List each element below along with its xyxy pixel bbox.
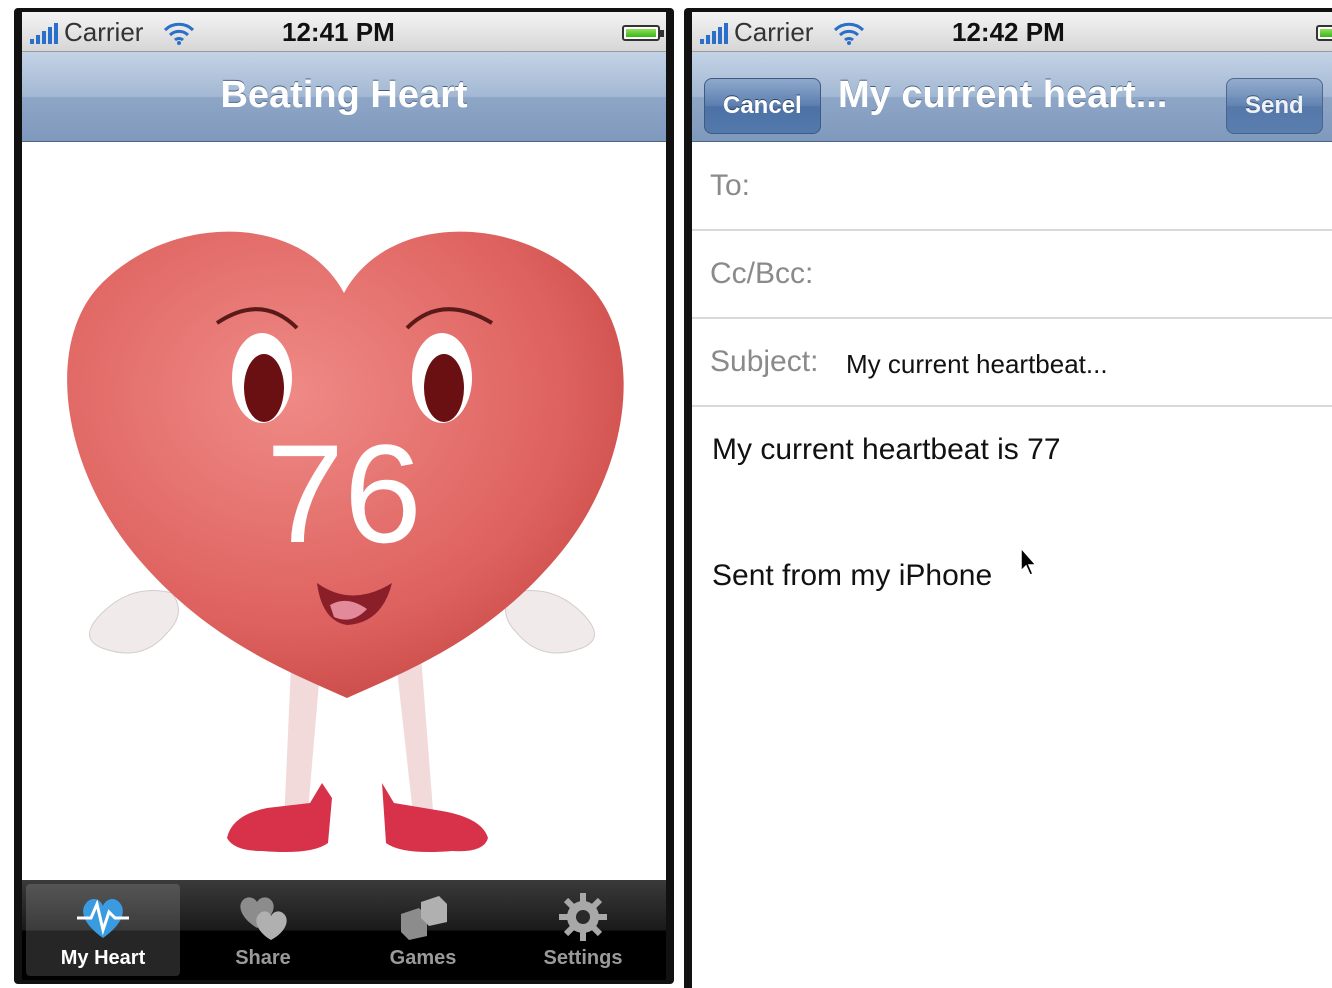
gear-icon [559,893,607,941]
cancel-button[interactable]: Cancel [704,78,821,134]
heartbeat-icon [77,899,129,938]
mouse-cursor-icon [1020,547,1038,576]
page-title: Beating Heart [220,74,468,116]
body-text-line: My current heartbeat is 77 [712,433,1061,466]
tab-label: Games [389,947,457,969]
to-field[interactable]: To: [692,143,1332,231]
wifi-icon [164,22,195,45]
status-left: Carrier [700,17,865,48]
cc-bcc-label: Cc/Bcc: [710,257,814,290]
tab-games[interactable]: Games [346,884,500,976]
tab-my-heart[interactable]: My Heart [26,884,180,976]
heart-display: 76 [22,143,666,883]
cubes-icon [401,896,447,940]
left-shoe [227,783,332,852]
status-time: 12:42 PM [952,17,1065,47]
heart-rate-value: 76 [266,415,422,572]
to-label: To: [710,169,751,202]
tab-label: My Heart [60,947,146,969]
signal-icon [700,22,728,44]
battery-icon [622,25,664,41]
carrier-label: Carrier [64,17,144,47]
status-time: 12:41 PM [282,17,395,47]
hearts-icon [240,897,287,940]
right-screen: Carrier 12:42 PM Cancel My current heart… [692,12,1332,988]
subject-value: My current heartbeat... [846,349,1108,379]
wifi-icon [834,22,865,45]
right-phone-screenshot: Carrier 12:42 PM Cancel My current heart… [684,8,1332,988]
subject-field[interactable]: Subject: My current heartbeat... [692,319,1332,407]
tab-label: Share [235,947,291,969]
status-bar: Carrier 12:41 PM [22,12,666,52]
tab-share[interactable]: Share [186,884,340,976]
cc-bcc-field[interactable]: Cc/Bcc: [692,231,1332,319]
left-screen: Carrier 12:41 PM Beating Heart 76 My Hea… [22,12,666,980]
subject-label: Subject: [710,345,819,378]
status-bar: Carrier 12:42 PM [692,12,1332,52]
carrier-label: Carrier [734,17,814,47]
tab-label: Settings [543,947,623,969]
body-signature: Sent from my iPhone [712,559,993,592]
send-button[interactable]: Send [1226,78,1323,134]
nav-bar: Cancel My current heart... Send [692,52,1332,142]
nav-bar: Beating Heart [22,52,666,142]
right-shoe [382,783,488,852]
tab-bar: My Heart Share Games Settings [22,880,666,980]
status-left: Carrier [30,17,195,48]
signal-icon [30,22,58,44]
battery-icon [1316,25,1332,41]
tab-settings[interactable]: Settings [506,884,660,976]
compose-title: My current heart... [838,74,1168,116]
message-body[interactable]: My current heartbeat is 77 Sent from my … [692,409,1332,988]
left-phone-screenshot: Carrier 12:41 PM Beating Heart 76 My Hea… [14,8,674,984]
